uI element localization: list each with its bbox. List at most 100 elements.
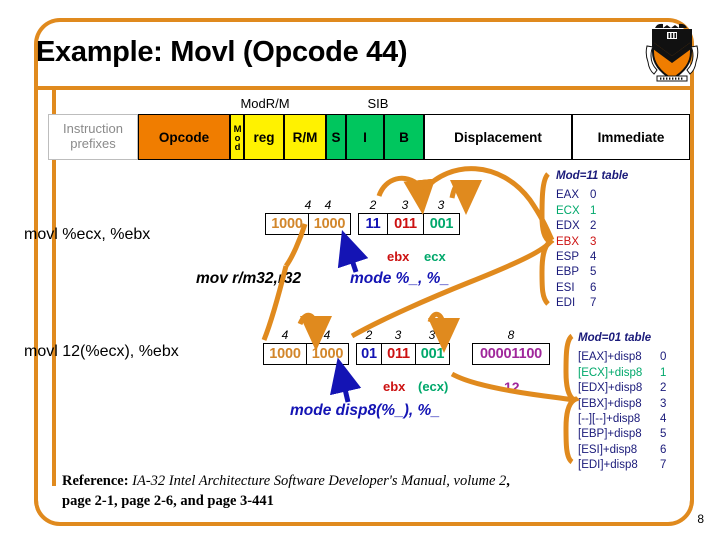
fmt-label-line2: prefixes <box>70 136 116 151</box>
fmt-cell-s[interactable]: S <box>326 114 346 160</box>
mod01-num-5: 5 <box>660 428 667 441</box>
bitfield-2-3: 011 <box>381 344 415 364</box>
bitfield-1-3: 011 <box>387 214 423 234</box>
table-row: [ESI]+disp8 6 <box>578 443 666 458</box>
mod11-name-5: EBP <box>556 266 580 279</box>
reference-note: Reference: IA-32 Intel Architecture Soft… <box>62 472 532 511</box>
mod01-table: Mod=01 table [EAX]+disp8 0 [ECX]+disp8 1 [… <box>578 331 666 474</box>
bitfield-1-4: 001 <box>423 214 459 234</box>
mod01-name-1: [ECX]+disp8 <box>578 366 643 379</box>
mod01-num-7: 7 <box>660 459 667 472</box>
annot-row1-mode-meaning: mode %_, %_ <box>350 270 450 287</box>
fmt-label-line1: Instruction <box>63 121 123 137</box>
mod01-name-3: [EBX]+disp8 <box>578 397 642 410</box>
bitfield-1-1: 1000 <box>308 214 350 234</box>
mod01-num-1: 1 <box>660 366 667 379</box>
table-row: [EBX]+disp8 3 <box>578 397 666 412</box>
fmt-cell-mod[interactable]: Mod <box>230 114 244 160</box>
bitfield-1-0: 1000 <box>271 216 303 232</box>
mod11-name-2: EDX <box>556 220 580 233</box>
mod11-num-4: 4 <box>590 251 597 264</box>
bitwidth-1-2: 2 <box>369 198 377 212</box>
table-row: [EBP]+disp8 5 <box>578 427 666 442</box>
table-row: EAX 0 <box>556 188 628 203</box>
table-row: [ECX]+disp8 1 <box>578 366 666 381</box>
table-row: EBP 5 <box>556 265 628 280</box>
mod11-num-2: 2 <box>590 220 597 233</box>
mod01-table-header: Mod=01 table <box>578 332 652 344</box>
bitwidth-1-1: 4 <box>324 198 332 212</box>
bitgroup-modrm-1: 2 3 3 11 011 001 <box>358 198 460 235</box>
fmt-cell-rm[interactable]: R/M <box>284 114 326 160</box>
mod01-name-0: [EAX]+disp8 <box>578 351 642 364</box>
mod01-num-0: 0 <box>660 351 667 364</box>
bitfield-2-4: 001 <box>415 344 449 364</box>
reference-work: IA-32 Intel Architecture Software Develo… <box>132 473 507 489</box>
mod11-name-0: EAX <box>556 189 580 202</box>
princeton-shield-icon <box>645 22 699 84</box>
mod01-num-4: 4 <box>660 413 667 426</box>
modrm-group-label: ModR/M <box>240 96 290 111</box>
mod11-name-7: EDI <box>556 297 576 310</box>
annot-row2-mode-meaning: mode disp8(%_), %_ <box>290 402 440 419</box>
mod11-num-7: 7 <box>590 297 597 310</box>
sib-group-label: SIB <box>367 96 389 111</box>
table-row: ECX 1 <box>556 204 628 219</box>
fmt-cell-i[interactable]: I <box>346 114 384 160</box>
page-title: Example: Movl (Opcode 44) <box>36 36 408 68</box>
bitwidth-2-0: 4 <box>281 328 289 342</box>
bitwidth-2-2: 2 <box>365 328 373 342</box>
asm-line-1: movl %ecx, %ebx <box>24 226 151 243</box>
slide: Example: Movl (Opcode 44) ModR/M SIB Ins… <box>0 0 720 540</box>
bitwidth-2-1: 4 <box>323 328 331 342</box>
bitfield-2-1: 1000 <box>306 344 348 364</box>
encoding-row-2: 4 4 1000 1000 2 3 3 01 011 001 8 0000110… <box>263 328 550 365</box>
mod11-name-3: EBX <box>556 235 580 248</box>
table-row: [EDI]+disp8 7 <box>578 458 666 473</box>
mod11-num-5: 5 <box>590 266 597 279</box>
asm-line-2: movl 12(%ecx), %ebx <box>24 343 179 360</box>
annot-row1-rm: ecx <box>424 249 446 264</box>
table-row: EDI 7 <box>556 296 628 311</box>
annot-row1-opcode-meaning: mov r/m32,r32 <box>196 270 302 287</box>
encoding-row-1: 4 1000 1000 4 2 3 3 11 011 001 <box>265 198 460 235</box>
bitfield-2-0: 1000 <box>269 346 301 362</box>
reference-label: Reference: <box>62 473 129 489</box>
mod11-table: Mod=11 table EAX 0 ECX 1 EDX 2 EBX 3 ESP 4 EB… <box>556 169 628 312</box>
slide-number: 8 <box>697 512 704 526</box>
mod11-name-1: ECX <box>556 204 580 217</box>
fmt-cell-opcode[interactable]: Opcode <box>138 114 230 160</box>
fmt-cell-b[interactable]: B <box>384 114 424 160</box>
mod11-table-header: Mod=11 table <box>556 170 629 182</box>
mod01-name-4: [--][--]+disp8 <box>578 413 641 426</box>
annot-row2-rm: (ecx) <box>418 379 449 394</box>
table-row: EBX 3 <box>556 235 628 250</box>
fmt-cell-displacement[interactable]: Displacement <box>424 114 572 160</box>
mod01-name-2: [EDX]+disp8 <box>578 382 643 395</box>
mod11-name-4: ESP <box>556 251 580 264</box>
mod11-num-0: 0 <box>590 189 597 202</box>
annot-row2-disp-value: 12 <box>504 379 520 395</box>
mod01-num-3: 3 <box>660 397 667 410</box>
mod11-num-3: 3 <box>590 235 597 248</box>
fmt-cell-instruction-prefixes[interactable]: Instruction prefixes <box>48 114 138 160</box>
table-row: ESP 4 <box>556 250 628 265</box>
title-divider <box>34 86 694 90</box>
bitwidth-1-3: 3 <box>401 198 409 212</box>
bitfield-2-5: 00001100 <box>479 346 543 362</box>
mod01-num-2: 2 <box>660 382 667 395</box>
fmt-cell-immediate[interactable]: Immediate <box>572 114 690 160</box>
table-row: [EAX]+disp8 0 <box>578 350 666 365</box>
mod01-name-5: [EBP]+disp8 <box>578 428 642 441</box>
table-row: [EDX]+disp8 2 <box>578 381 666 396</box>
annot-row1-reg: ebx <box>387 249 410 264</box>
table-row: EDX 2 <box>556 219 628 234</box>
table-row: [--][--]+disp8 4 <box>578 412 666 427</box>
fmt-cell-reg[interactable]: reg <box>244 114 284 160</box>
bitwidth-2-3: 3 <box>394 328 402 342</box>
bitwidth-1-4: 3 <box>437 198 445 212</box>
instruction-format-bar: Instruction prefixes Opcode Mod reg R/M … <box>48 114 690 160</box>
mod11-num-6: 6 <box>590 281 597 294</box>
bitwidth-2-4: 3 <box>428 328 436 342</box>
table-row: ESI 6 <box>556 281 628 296</box>
